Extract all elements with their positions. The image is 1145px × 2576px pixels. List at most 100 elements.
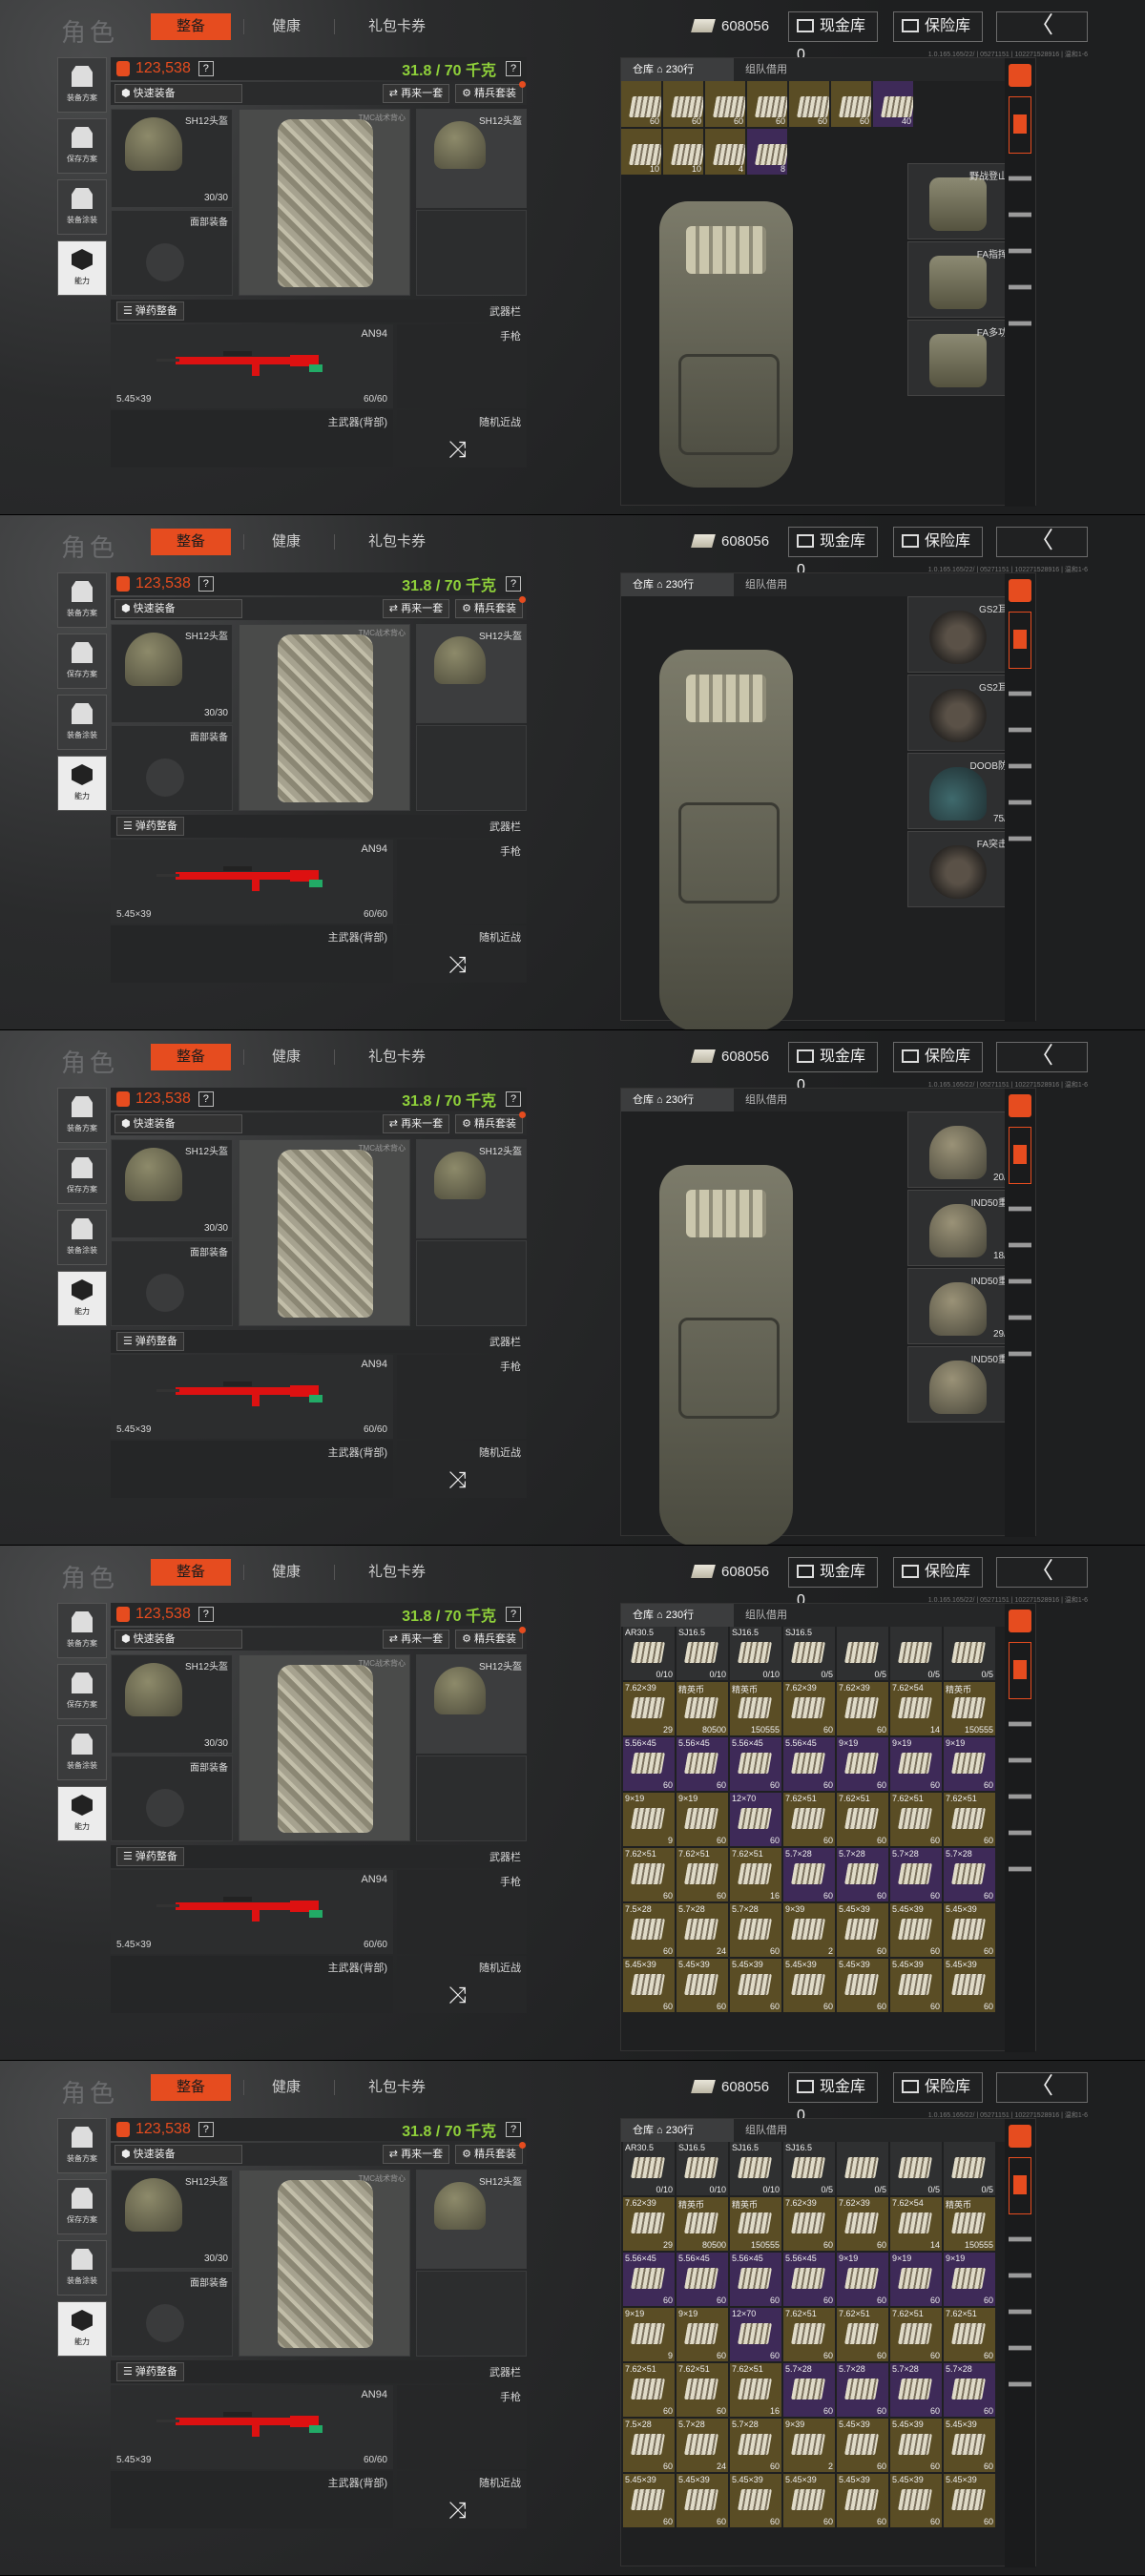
tab-health[interactable]: 健康: [256, 529, 317, 555]
elite-set-button[interactable]: ⚙ 精兵套装: [455, 1111, 526, 1133]
storage-filter-armor-icon[interactable]: [1009, 2236, 1031, 2242]
ammo-cell[interactable]: 7.62×51 60: [944, 2308, 995, 2361]
storage-filter-armor-icon[interactable]: [1009, 1206, 1031, 1212]
loadout-plan-button[interactable]: 装备方案: [57, 572, 107, 628]
face-slot[interactable]: 面部装备: [111, 725, 233, 811]
ammo-cell[interactable]: 7.62×51 60: [677, 1848, 728, 1901]
quick-equip-button[interactable]: ⬢ 快速装备: [114, 1114, 242, 1133]
storage-filter-ammo-icon[interactable]: [1009, 800, 1031, 805]
back-weapon-slot[interactable]: 主武器(背部): [111, 925, 393, 983]
loadout-plan-button[interactable]: 装备方案: [57, 1088, 107, 1143]
storage-filter-rifle-icon[interactable]: [1009, 727, 1031, 733]
ammo-cell[interactable]: 7.62×51 60: [890, 1793, 942, 1846]
ammo-cell[interactable]: 5.45×39 60: [623, 2474, 675, 2527]
storage-filter-backpack-icon[interactable]: [1009, 2157, 1031, 2214]
ammo-cell[interactable]: 7.62×51 60: [837, 1793, 888, 1846]
ammo-cell[interactable]: 9×19 60: [944, 2253, 995, 2306]
storage-filter-grenade-icon[interactable]: [1009, 1351, 1031, 1357]
skin-button[interactable]: 装备涂装: [57, 1725, 107, 1780]
ammo-cell[interactable]: 5.45×39 60: [677, 2474, 728, 2527]
ammo-cell[interactable]: 10: [621, 129, 661, 175]
ability-button[interactable]: 能力: [57, 2301, 107, 2357]
back-button[interactable]: 〈: [996, 1042, 1088, 1072]
helmet-slot[interactable]: SH12头盔 30/30: [111, 1654, 233, 1754]
storage-filter-magazine-icon[interactable]: [1009, 248, 1031, 254]
equip-again-button[interactable]: ⇄ 再来一套: [382, 1114, 450, 1133]
storage-filter-grenade-icon[interactable]: [1009, 321, 1031, 326]
ammo-cell[interactable]: 7.62×39 29: [623, 1682, 675, 1735]
help-icon[interactable]: ?: [198, 576, 214, 592]
back-button[interactable]: 〈: [996, 527, 1088, 557]
tab-gift-coupons[interactable]: 礼包卡券: [351, 13, 443, 40]
elite-set-button[interactable]: ⚙ 精兵套装: [455, 2142, 526, 2164]
melee-slot[interactable]: 随机近战 ⤨: [397, 1441, 527, 1498]
equip-again-button[interactable]: ⇄ 再来一套: [382, 599, 450, 618]
helmet-compare-slot[interactable]: SH12头盔: [416, 2170, 527, 2269]
storage-filter-all-icon[interactable]: [1009, 579, 1031, 602]
ammo-cell[interactable]: 9×19 60: [677, 1793, 728, 1846]
tab-health[interactable]: 健康: [256, 1044, 317, 1070]
ammo-cell[interactable]: 7.62×51 60: [677, 2363, 728, 2417]
ammo-cell[interactable]: 7.62×51 60: [623, 1848, 675, 1901]
ammo-cell[interactable]: 5.7×28 24: [677, 2419, 728, 2472]
storage-filter-grenade-icon[interactable]: [1009, 836, 1031, 841]
empty-slot[interactable]: [416, 210, 527, 296]
storage-filter-ammo-icon[interactable]: [1009, 284, 1031, 290]
save-plan-button[interactable]: 保存方案: [57, 1149, 107, 1204]
empty-slot[interactable]: [416, 1240, 527, 1326]
ammo-cell[interactable]: 7.5×28 60: [623, 1903, 675, 1957]
ammo-cell[interactable]: 5.45×39 60: [837, 1903, 888, 1957]
ammo-cell[interactable]: 7.62×39 60: [783, 2197, 835, 2251]
quick-equip-button[interactable]: ⬢ 快速装备: [114, 84, 242, 103]
tab-team-borrow[interactable]: 组队借用: [734, 1089, 799, 1111]
safe-vault-button[interactable]: 保险库: [893, 1042, 983, 1072]
save-plan-button[interactable]: 保存方案: [57, 2179, 107, 2234]
ammo-cell[interactable]: SJ16.5 0/10: [677, 1627, 728, 1680]
ammo-cell[interactable]: 5.56×45 60: [677, 2253, 728, 2306]
tab-gift-coupons[interactable]: 礼包卡券: [351, 1044, 443, 1070]
ammo-cell[interactable]: 0/5: [837, 1627, 888, 1680]
help-icon[interactable]: ?: [506, 1607, 521, 1622]
storage-filter-backpack-icon[interactable]: [1009, 612, 1031, 669]
ammo-cell[interactable]: 0/5: [890, 2142, 942, 2195]
tab-warehouse[interactable]: 仓库 ⌂ 230行: [621, 58, 734, 81]
loadout-plan-button[interactable]: 装备方案: [57, 57, 107, 113]
cash-vault-button[interactable]: 现金库 0: [788, 11, 878, 63]
back-button[interactable]: 〈: [996, 11, 1088, 42]
equip-again-button[interactable]: ⇄ 再来一套: [382, 1630, 450, 1649]
ammo-cell[interactable]: 9×19 60: [890, 2253, 942, 2306]
ammo-cell[interactable]: 60: [789, 81, 829, 127]
ability-button[interactable]: 能力: [57, 240, 107, 296]
help-icon[interactable]: ?: [506, 61, 521, 76]
equip-again-button[interactable]: ⇄ 再来一套: [382, 2145, 450, 2164]
face-slot[interactable]: 面部装备: [111, 210, 233, 296]
ammo-cell[interactable]: 5.56×45 60: [677, 1737, 728, 1791]
quick-equip-button[interactable]: ⬢ 快速装备: [114, 2145, 242, 2164]
ammo-cell[interactable]: 9×19 60: [837, 1737, 888, 1791]
ammo-cell[interactable]: 5.7×28 24: [677, 1903, 728, 1957]
storage-filter-rifle-icon[interactable]: [1009, 212, 1031, 218]
storage-filter-armor-icon[interactable]: [1009, 176, 1031, 181]
helmet-slot[interactable]: SH12头盔 30/30: [111, 2170, 233, 2269]
melee-slot[interactable]: 随机近战 ⤨: [397, 2471, 527, 2528]
help-icon[interactable]: ?: [198, 2122, 214, 2137]
storage-filter-ammo-icon[interactable]: [1009, 2345, 1031, 2351]
tab-outfit[interactable]: 整备: [151, 1559, 231, 1586]
ammo-cell[interactable]: 60: [621, 81, 661, 127]
ammo-cell[interactable]: 5.7×28 60: [890, 1848, 942, 1901]
ammo-cell[interactable]: 5.7×28 60: [783, 1848, 835, 1901]
ammo-cell[interactable]: 60: [747, 81, 787, 127]
pistol-slot[interactable]: 手枪: [397, 2385, 527, 2469]
ability-button[interactable]: 能力: [57, 1786, 107, 1841]
storage-filter-rifle-icon[interactable]: [1009, 2273, 1031, 2278]
ammo-cell[interactable]: AR30.5 0/10: [623, 2142, 675, 2195]
help-icon[interactable]: ?: [506, 576, 521, 592]
ammo-cell[interactable]: 7.62×39 29: [623, 2197, 675, 2251]
back-button[interactable]: 〈: [996, 2072, 1088, 2103]
ammo-cell[interactable]: SJ16.5 0/10: [677, 2142, 728, 2195]
ammo-cell[interactable]: 5.45×39 60: [837, 1959, 888, 2012]
ammo-cell[interactable]: 5.45×39 60: [783, 2474, 835, 2527]
ammo-cell[interactable]: 7.62×51 60: [890, 2308, 942, 2361]
ammo-cell[interactable]: 5.45×39 60: [890, 2474, 942, 2527]
ammo-cell[interactable]: 0/5: [890, 1627, 942, 1680]
